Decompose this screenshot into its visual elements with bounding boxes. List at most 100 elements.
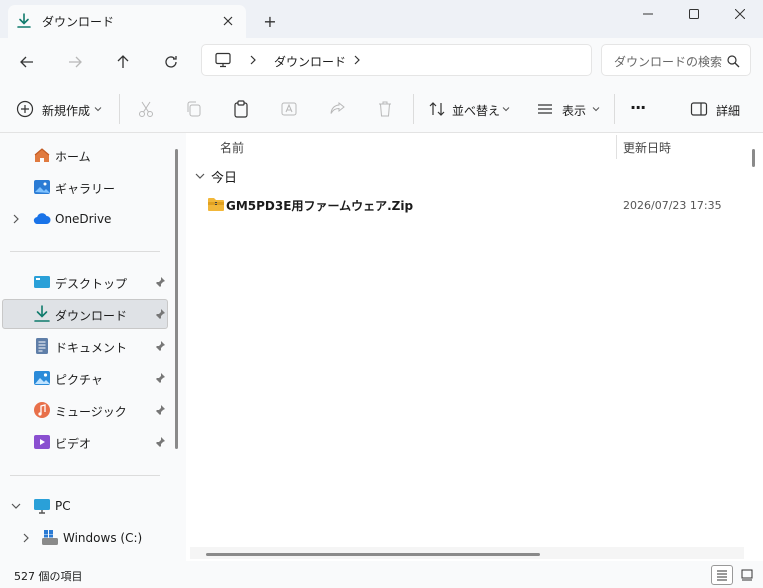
sort-button[interactable]: 並べ替え: [424, 94, 516, 124]
arrow-right-icon: [69, 56, 82, 68]
search-box[interactable]: ダウンロードの検索: [601, 44, 751, 76]
sidebar-item-music[interactable]: ミュージック: [2, 395, 168, 425]
table-row[interactable]: GM5PD3E用ファームウェア.Zip 2026/07/23 17:35: [204, 195, 744, 215]
sidebar-divider: [10, 475, 160, 476]
view-button[interactable]: 表示: [532, 94, 608, 124]
back-button[interactable]: [11, 48, 43, 76]
chevron-right-icon[interactable]: [10, 213, 22, 225]
sidebar-divider: [10, 251, 160, 252]
sidebar-item-label: ダウンロード: [55, 309, 128, 323]
address-bar[interactable]: ダウンロード: [201, 44, 592, 76]
toolbar-divider: [614, 94, 615, 124]
zip-folder-icon: [207, 196, 225, 212]
vertical-scrollbar[interactable]: [752, 149, 755, 167]
chevron-right-icon[interactable]: [20, 532, 32, 544]
sidebar-item-home[interactable]: ホーム: [2, 140, 168, 170]
sort-icon: [428, 100, 446, 118]
pin-icon[interactable]: [154, 276, 166, 288]
file-modified: 2026/07/23 17:35: [623, 199, 722, 212]
pin-icon[interactable]: [154, 308, 166, 320]
new-tab-button[interactable]: +: [260, 11, 280, 31]
maximize-button[interactable]: [671, 0, 717, 28]
drive-icon: [41, 529, 59, 547]
new-button[interactable]: 新規作成: [10, 94, 108, 124]
search-icon[interactable]: [726, 54, 740, 68]
plus-icon: +: [263, 11, 277, 31]
delete-icon[interactable]: [375, 99, 395, 119]
rename-icon[interactable]: [279, 99, 299, 119]
sidebar-item-label: OneDrive: [55, 212, 112, 226]
sidebar-item-pictures[interactable]: ピクチャ: [2, 363, 168, 393]
chevron-down-icon[interactable]: [10, 500, 22, 512]
sidebar-item-documents[interactable]: ドキュメント: [2, 331, 168, 361]
navigation-pane: ホーム ギャラリー OneDrive デスクトップ ダウンロード ドキュメント …: [0, 133, 186, 561]
chevron-down-icon: [502, 105, 510, 113]
status-bar: 527 個の項目: [0, 561, 763, 588]
column-divider[interactable]: [616, 135, 617, 159]
sidebar-item-downloads[interactable]: ダウンロード: [2, 299, 168, 329]
close-window-button[interactable]: [717, 0, 763, 28]
chevron-down-icon: [592, 105, 600, 113]
sidebar-item-label: ホーム: [55, 150, 91, 164]
up-button[interactable]: [107, 48, 139, 76]
details-pane-button[interactable]: 詳細: [686, 94, 752, 124]
cloud-icon: [33, 210, 51, 228]
minimize-button[interactable]: [625, 0, 671, 28]
sidebar-scrollbar[interactable]: [175, 149, 178, 449]
sidebar-item-drive-c[interactable]: Windows (C:): [2, 523, 168, 553]
sidebar-item-onedrive[interactable]: OneDrive: [2, 204, 168, 234]
arrow-left-icon: [20, 56, 33, 68]
sidebar-item-label: Windows (C:): [63, 531, 143, 545]
column-header-name[interactable]: 名前: [220, 139, 244, 156]
sidebar-item-label: ギャラリー: [55, 182, 116, 196]
view-label: 表示: [562, 104, 587, 118]
pin-icon[interactable]: [154, 404, 166, 416]
pin-icon[interactable]: [154, 340, 166, 352]
sidebar-item-videos[interactable]: ビデオ: [2, 427, 168, 457]
details-view-icon: [717, 570, 727, 581]
download-icon: [16, 13, 32, 29]
download-icon: [33, 305, 51, 323]
command-bar: 新規作成 並べ替え 表示 ··· 詳細: [0, 84, 763, 133]
search-placeholder: ダウンロードの検索: [614, 55, 722, 69]
copy-icon[interactable]: [184, 99, 204, 119]
desktop-icon: [33, 273, 51, 291]
sidebar-item-pc[interactable]: PC: [2, 491, 168, 521]
group-label: 今日: [211, 171, 238, 186]
item-count: 527 個の項目: [14, 570, 83, 583]
file-name: GM5PD3E用ファームウェア.Zip: [226, 199, 414, 213]
tiles-view-button[interactable]: [737, 565, 757, 585]
column-header-date[interactable]: 更新日時: [623, 139, 671, 156]
sidebar-item-desktop[interactable]: デスクトップ: [2, 267, 168, 297]
toolbar-divider: [413, 94, 414, 124]
title-bar: ダウンロード +: [0, 0, 763, 38]
chevron-right-icon[interactable]: [352, 55, 362, 65]
chevron-down-icon: [94, 105, 102, 113]
pin-icon[interactable]: [154, 436, 166, 448]
close-tab-icon[interactable]: [218, 11, 238, 31]
share-icon[interactable]: [327, 99, 347, 119]
sidebar-item-label: PC: [55, 499, 71, 513]
horizontal-scrollbar-thumb[interactable]: [206, 553, 540, 556]
gallery-icon: [33, 178, 51, 196]
forward-button[interactable]: [59, 48, 91, 76]
file-list: 名前 更新日時 今日 GM5PD3E用ファームウェア.Zip 2026/07/2…: [186, 133, 763, 561]
maximize-icon: [689, 9, 699, 19]
cut-icon[interactable]: [136, 99, 156, 119]
refresh-icon: [165, 56, 177, 68]
chevron-right-icon[interactable]: [248, 55, 258, 65]
picture-icon: [33, 369, 51, 387]
paste-icon[interactable]: [231, 99, 251, 119]
breadcrumb-downloads[interactable]: ダウンロード: [274, 53, 346, 70]
home-icon: [33, 146, 51, 164]
minimize-icon: [643, 13, 653, 15]
details-pane-icon: [690, 101, 708, 117]
tab-downloads[interactable]: ダウンロード: [8, 5, 246, 38]
more-options-button[interactable]: ···: [630, 98, 646, 117]
details-view-button[interactable]: [711, 565, 733, 585]
tiles-view-icon: [741, 569, 753, 581]
refresh-button[interactable]: [155, 48, 187, 76]
chevron-down-icon: [194, 170, 206, 182]
pin-icon[interactable]: [154, 372, 166, 384]
sidebar-item-gallery[interactable]: ギャラリー: [2, 172, 168, 202]
